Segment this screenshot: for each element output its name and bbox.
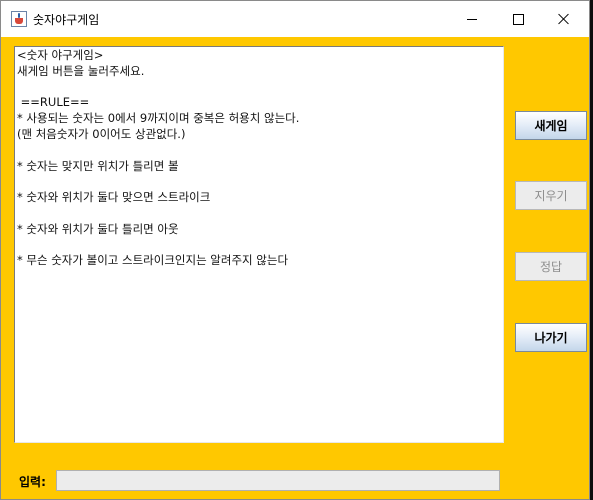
output-line: (맨 처음숫자가 0이어도 상관없다.) — [17, 126, 186, 141]
new-game-button[interactable]: 새게임 — [515, 111, 587, 140]
output-line: 새게임 버튼을 눌러주세요. — [17, 63, 145, 78]
output-line: * 숫자와 위치가 둘다 틀리면 아웃 — [17, 221, 179, 236]
maximize-icon — [512, 13, 524, 25]
output-line: <숫자 야구게임> — [17, 48, 104, 62]
exit-button[interactable]: 나가기 — [515, 323, 587, 352]
java-cup-icon — [11, 11, 27, 27]
output-line: ==RULE== — [17, 95, 90, 110]
minimize-icon — [467, 18, 477, 20]
output-line: * 사용되는 숫자는 0에서 9까지이며 중복은 허용치 않는다. — [17, 111, 300, 126]
answer-button: 정답 — [515, 252, 587, 281]
input-label: 입력: — [19, 475, 46, 489]
game-window: 숫자야구게임 <숫자 야구게임> 새게임 버튼을 눌러주세요. ==RULE==… — [0, 0, 590, 500]
output-line: * 무슨 숫자가 볼이고 스트라이크인지는 알려주지 않는다 — [17, 253, 289, 268]
title-bar[interactable]: 숫자야구게임 — [1, 1, 589, 37]
minimize-button[interactable] — [449, 1, 495, 37]
output-line: * 숫자는 맞지만 위치가 틀리면 볼 — [17, 158, 179, 173]
close-icon — [558, 13, 570, 25]
output-line: * 숫자와 위치가 둘다 맞으면 스트라이크 — [17, 190, 211, 205]
clear-button: 지우기 — [515, 181, 587, 210]
maximize-button[interactable] — [495, 1, 541, 37]
window-title: 숫자야구게임 — [33, 13, 100, 27]
close-button[interactable] — [541, 1, 587, 37]
guess-input[interactable] — [56, 470, 500, 491]
output-textarea[interactable]: <숫자 야구게임> 새게임 버튼을 눌러주세요. ==RULE== * 사용되는… — [14, 46, 504, 443]
